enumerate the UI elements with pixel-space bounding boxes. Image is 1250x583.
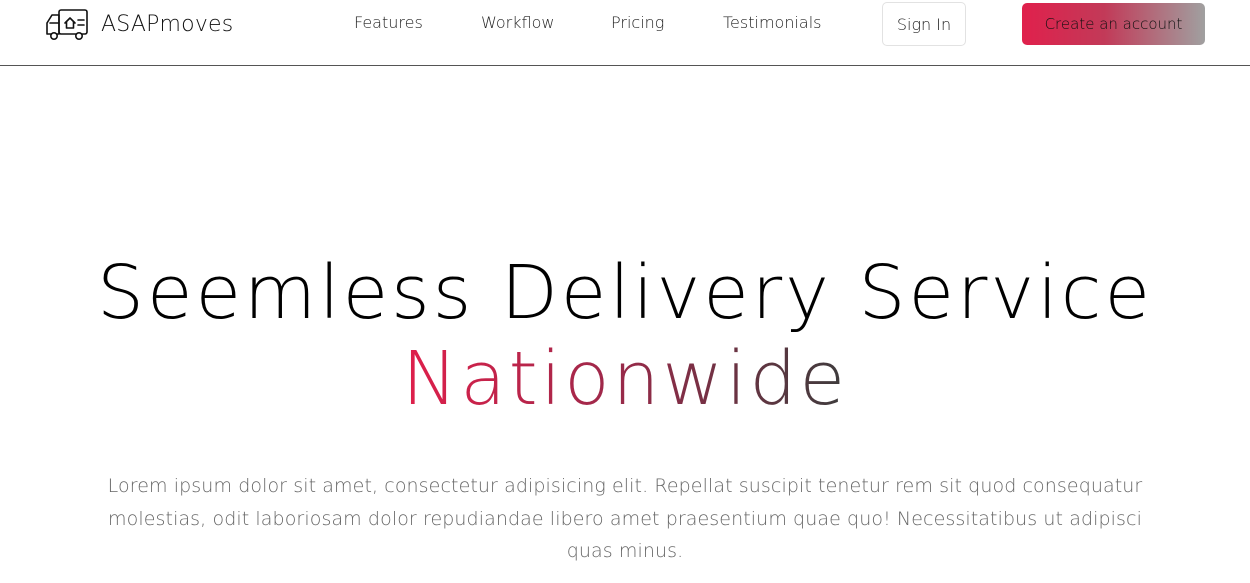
hero-section: Seemless Delivery Service Nationwide Lor… <box>0 66 1250 583</box>
brand-logo-link[interactable]: ASAPmoves <box>45 7 233 41</box>
hero-lead-text: Lorem ipsum dolor sit amet, consectetur … <box>107 475 1143 562</box>
create-account-button[interactable]: Create an account <box>1022 3 1205 45</box>
moving-truck-icon <box>46 9 88 40</box>
sign-in-button[interactable]: Sign In <box>882 2 966 46</box>
hero-headline: Seemless Delivery Service <box>96 250 1153 336</box>
nav-link-pricing[interactable]: Pricing <box>611 13 664 32</box>
brand-name: ASAPmoves <box>101 11 234 37</box>
nav-link-features[interactable]: Features <box>354 13 423 32</box>
page: ASAPmoves Features Workflow Pricing Test… <box>0 0 1250 583</box>
nav-link-workflow[interactable]: Workflow <box>481 13 554 32</box>
hero-headline-accent-row: Nationwide <box>0 336 1250 422</box>
nav-link-testimonials[interactable]: Testimonials <box>723 13 822 32</box>
navbar: ASAPmoves Features Workflow Pricing Test… <box>0 0 1250 66</box>
hero-headline-accent: Nationwide <box>401 336 849 422</box>
